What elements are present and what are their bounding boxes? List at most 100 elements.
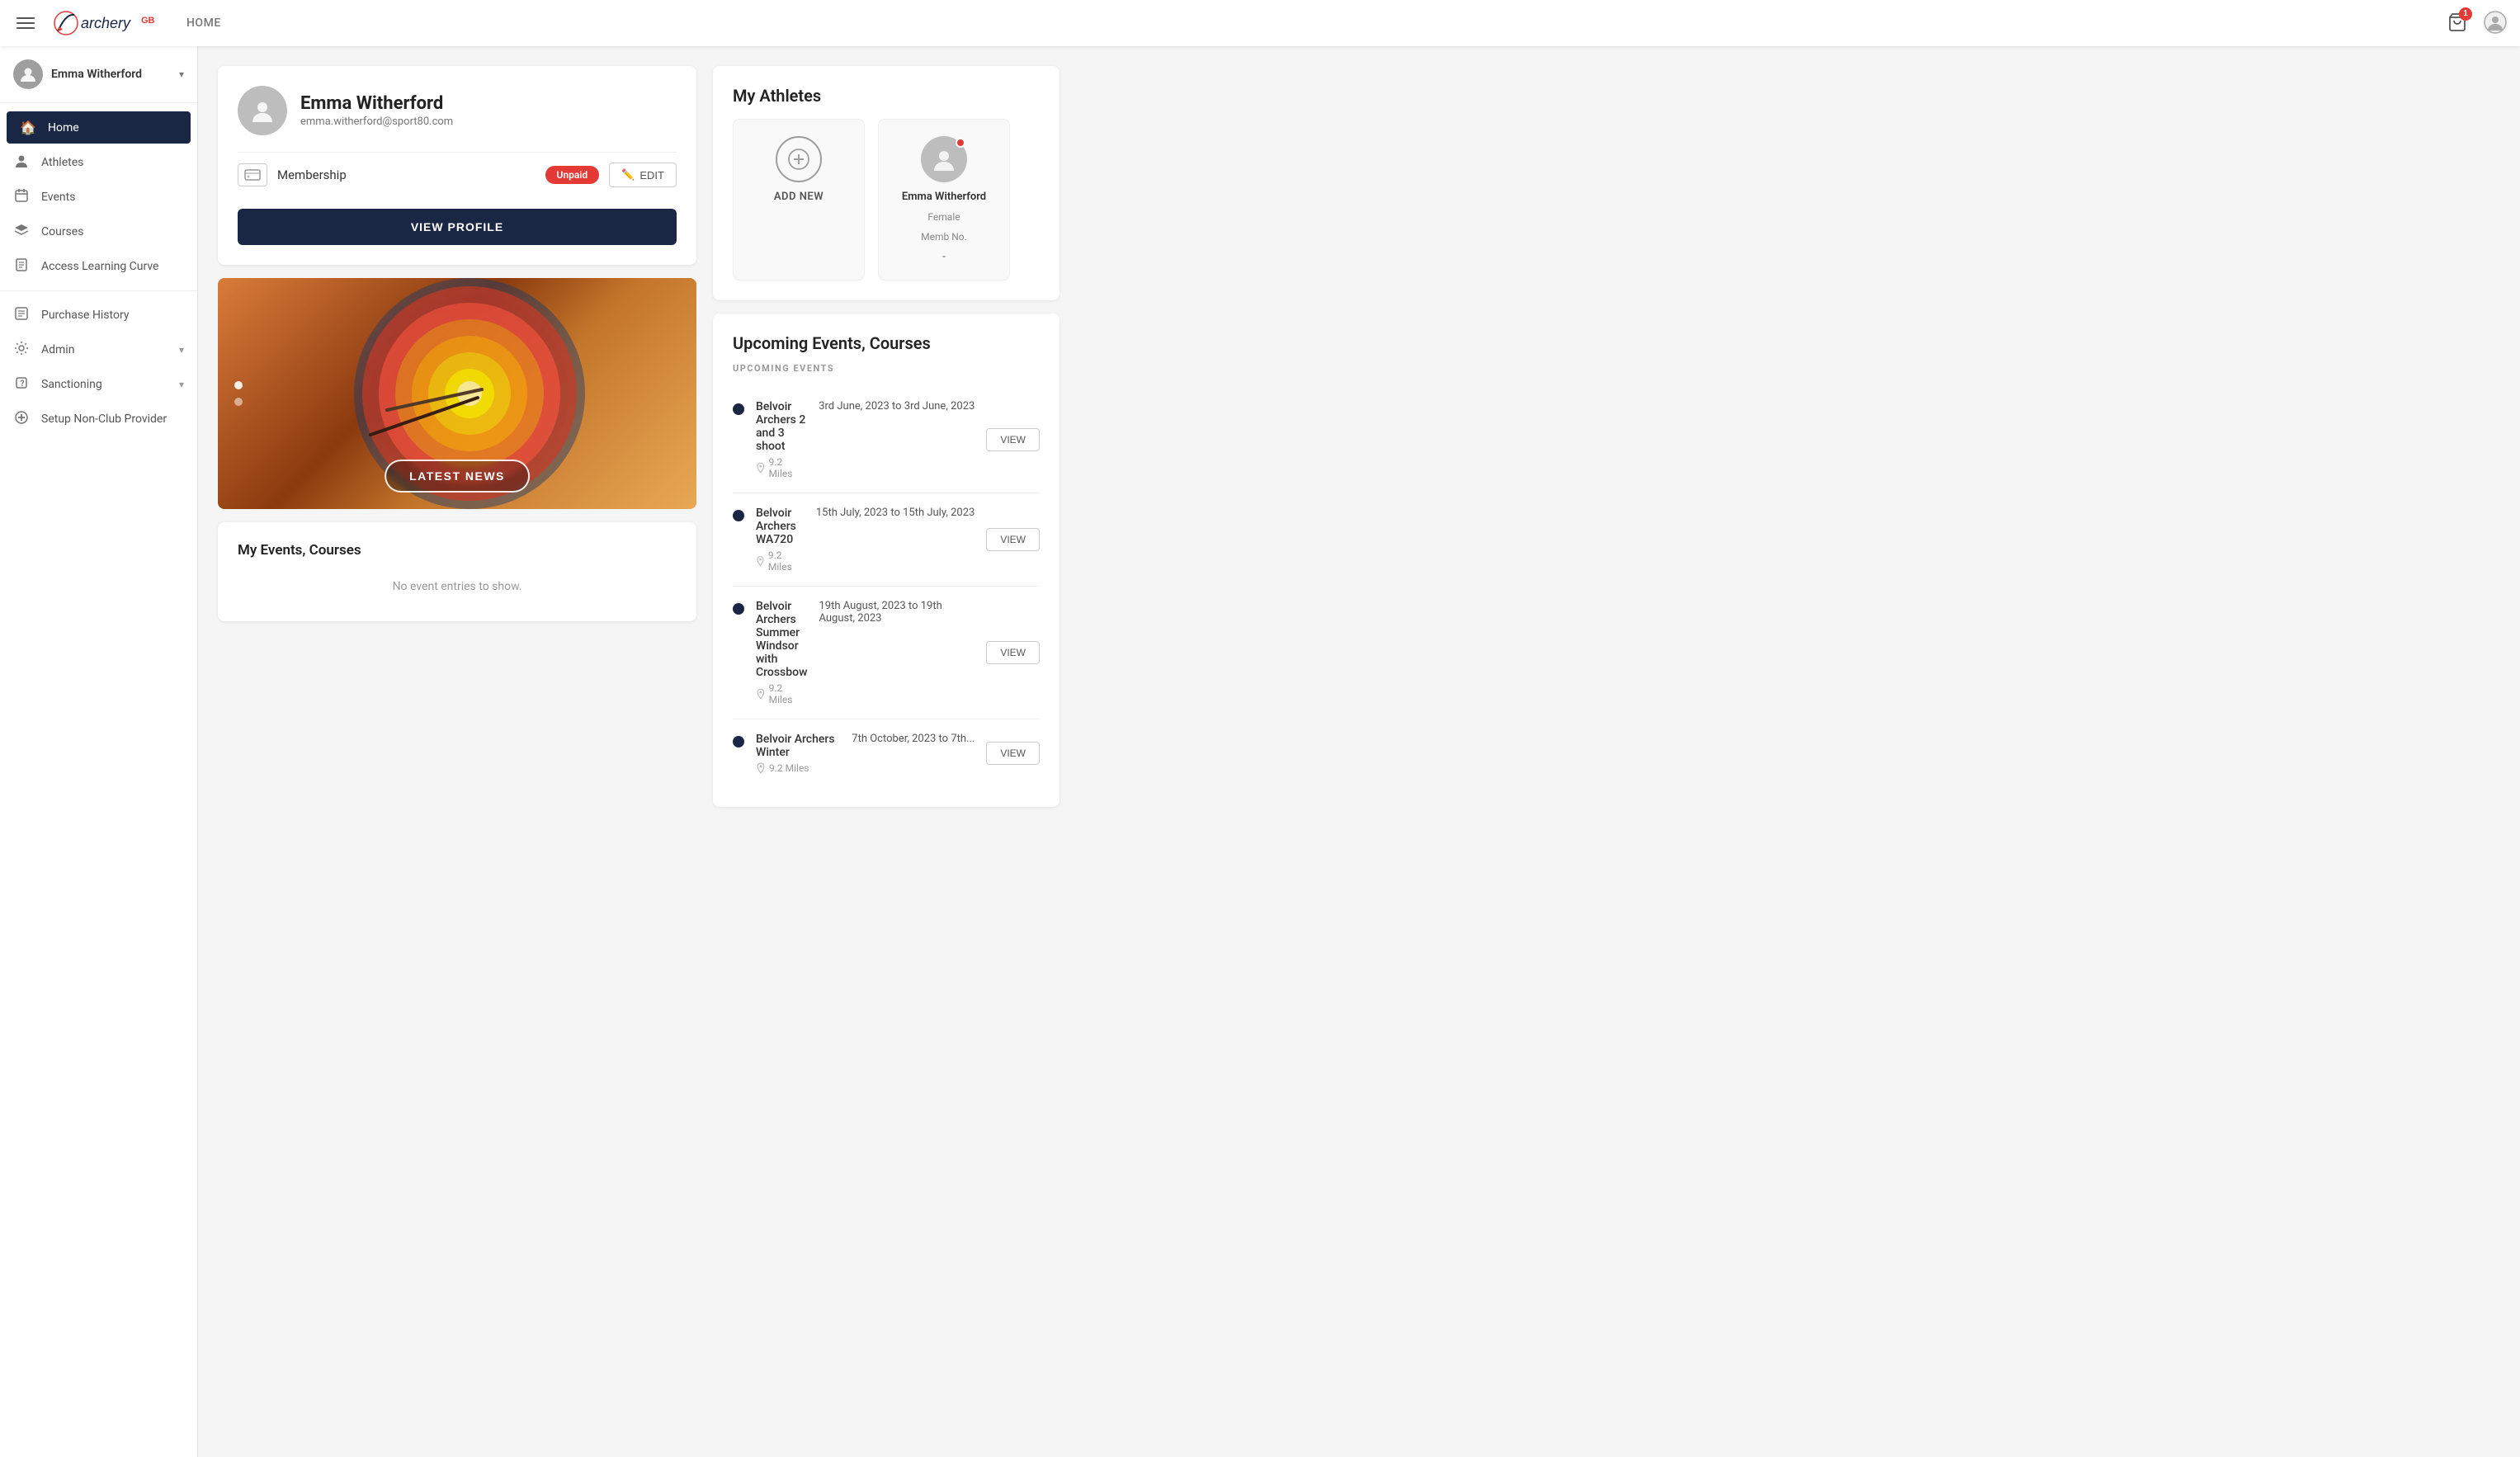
edit-label: EDIT [639,169,664,182]
event-date-3: 7th October, 2023 to 7th... [852,733,974,745]
add-new-label: ADD NEW [774,191,823,203]
athlete-name: Emma Witherford [902,191,986,203]
sanctioning-icon: ? [13,375,30,394]
main-content: Emma Witherford emma.witherford@sport80.… [198,46,2520,1457]
upcoming-events-list: Belvoir Archers 2 and 3 shoot 9.2 Miles … [733,387,1040,787]
event-item-3: Belvoir Archers Winter 9.2 Miles 7th Oct… [733,719,1040,787]
profile-email: emma.witherford@sport80.com [300,116,453,128]
location-icon-1 [756,555,765,567]
event-view-button-0[interactable]: VIEW [986,428,1040,451]
hero-carousel-dots [234,381,243,406]
sidebar-item-access-learning-curve[interactable]: Access Learning Curve [0,249,197,284]
sidebar-item-home[interactable]: 🏠 Home [7,111,191,144]
edit-pencil-icon: ✏️ [621,168,635,182]
home-icon: 🏠 [20,120,36,135]
profile-header: Emma Witherford emma.witherford@sport80.… [238,86,677,135]
sidebar-courses-label: Courses [41,225,83,238]
event-location-1: 9.2 Miles [756,549,805,573]
location-icon-0 [756,462,766,474]
event-dot-1 [733,510,744,521]
event-name-0: Belvoir Archers 2 and 3 shoot [756,400,807,453]
account-icon [2484,11,2507,34]
sidebar-home-label: Home [48,121,79,134]
sidebar-item-events[interactable]: Events [0,180,197,215]
sidebar-user-chevron-icon: ▾ [179,68,184,80]
sidebar-item-setup-non-club[interactable]: Setup Non-Club Provider [0,402,197,436]
athlete-memb-value: - [942,251,946,263]
sidebar-admin-label: Admin [41,343,74,356]
hamburger-menu-button[interactable] [13,14,38,32]
left-column: Emma Witherford emma.witherford@sport80.… [218,66,696,1437]
upcoming-title: Upcoming Events, Courses [733,333,1040,353]
archery-logo: archery GB [51,8,167,38]
unpaid-badge: Unpaid [545,166,600,184]
setup-non-club-icon [13,410,30,428]
sidebar-learning-curve-label: Access Learning Curve [41,260,158,273]
sidebar: Emma Witherford ▾ 🏠 Home Athletes Events [0,46,198,1457]
event-location-0: 9.2 Miles [756,456,807,479]
location-icon-2 [756,688,766,700]
sidebar-divider [0,290,197,291]
svg-text:archery: archery [81,15,131,31]
sidebar-username: Emma Witherford [51,68,171,81]
athletes-card: My Athletes ADD NEW [713,66,1059,300]
cart-button[interactable]: 1 [2447,12,2467,35]
event-dot-3 [733,736,744,747]
sidebar-navigation: 🏠 Home Athletes Events Courses [0,103,197,1457]
events-icon [13,188,30,206]
edit-button[interactable]: ✏️ EDIT [609,163,677,187]
event-dot-0 [733,403,744,415]
sidebar-events-label: Events [41,191,75,204]
purchase-history-icon [13,306,30,324]
event-details-1: Belvoir Archers WA720 9.2 Miles [756,507,805,573]
event-location-text-2: 9.2 Miles [769,682,808,705]
event-name-3: Belvoir Archers Winter [756,733,840,759]
sidebar-setup-non-club-label: Setup Non-Club Provider [41,413,167,426]
account-button[interactable] [2484,11,2507,36]
athlete-status-dot [956,138,965,148]
upcoming-section-label: UPCOMING EVENTS [733,363,1040,374]
event-item-1: Belvoir Archers WA720 9.2 Miles 15th Jul… [733,493,1040,587]
event-name-2: Belvoir Archers Summer Windsor with Cros… [756,600,807,679]
my-events-title: My Events, Courses [238,542,677,559]
sidebar-item-admin[interactable]: Admin ▾ [0,332,197,367]
profile-info: Emma Witherford emma.witherford@sport80.… [300,93,453,128]
sanctioning-chevron-icon: ▾ [179,379,184,390]
membership-card-icon [238,163,267,186]
membership-label: Membership [277,167,536,182]
add-new-athlete-tile[interactable]: ADD NEW [733,119,865,281]
hero-dot-2[interactable] [234,398,243,406]
event-view-button-3[interactable]: VIEW [986,742,1040,765]
event-details-3: Belvoir Archers Winter 9.2 Miles [756,733,840,774]
event-location-3: 9.2 Miles [756,762,840,774]
sidebar-item-athletes[interactable]: Athletes [0,145,197,180]
hero-dot-1[interactable] [234,381,243,389]
event-view-button-1[interactable]: VIEW [986,528,1040,551]
event-dot-2 [733,603,744,615]
profile-membership-row: Membership Unpaid ✏️ EDIT [238,152,677,197]
hero-banner: LATEST NEWS [218,278,696,509]
event-view-button-2[interactable]: VIEW [986,641,1040,664]
event-details-2: Belvoir Archers Summer Windsor with Cros… [756,600,807,705]
right-column: My Athletes ADD NEW [713,66,1059,1437]
sidebar-athletes-label: Athletes [41,156,83,169]
athletes-section-title: My Athletes [733,86,1040,106]
view-profile-button[interactable]: VIEW PROFILE [238,209,677,245]
sidebar-user[interactable]: Emma Witherford ▾ [0,46,197,103]
admin-chevron-icon: ▾ [179,344,184,356]
learning-curve-icon [13,257,30,276]
athletes-grid: ADD NEW Emma [733,119,1040,281]
sidebar-item-purchase-history[interactable]: Purchase History [0,298,197,332]
event-date-0: 3rd June, 2023 to 3rd June, 2023 [819,400,974,413]
profile-name: Emma Witherford [300,93,453,114]
svg-text:?: ? [21,380,25,389]
event-location-2: 9.2 Miles [756,682,807,705]
event-location-text-0: 9.2 Miles [769,456,808,479]
location-icon-3 [756,762,766,774]
latest-news-button[interactable]: LATEST NEWS [385,460,530,493]
sidebar-item-courses[interactable]: Courses [0,215,197,249]
cart-badge: 1 [2459,7,2472,21]
athlete-tile-emma[interactable]: Emma Witherford Female Memb No. - [878,119,1010,281]
sidebar-item-sanctioning[interactable]: ? Sanctioning ▾ [0,367,197,402]
sidebar-user-avatar-icon [13,59,43,89]
